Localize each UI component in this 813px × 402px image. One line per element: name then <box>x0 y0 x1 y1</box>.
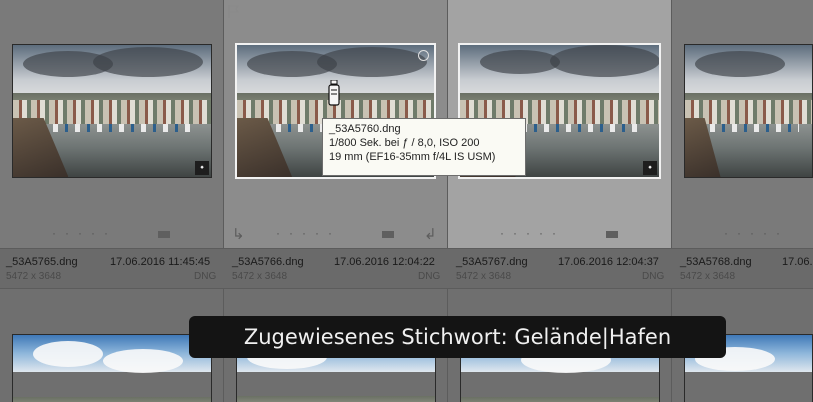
filetype-label: DNG <box>418 271 441 282</box>
painter-spray-can-icon <box>328 80 340 106</box>
dimensions-label: 5472 x 3648 <box>456 271 512 282</box>
color-label-icon[interactable] <box>606 231 618 238</box>
tag-icon[interactable]: ⬩ <box>195 161 209 175</box>
filename-label: _53A5767.dng <box>456 256 528 268</box>
thumbnail-image[interactable]: ⬩ <box>12 44 212 178</box>
filetype-label: DNG <box>642 271 665 282</box>
keyword-assigned-toast: Zugewiesenes Stichwort: Gelände|Hafen <box>189 316 726 358</box>
capture-date-label: 17.06.2016 12:04:22 <box>334 256 435 268</box>
thumbnail-image[interactable] <box>684 44 813 178</box>
photo-info-tooltip: _53A5760.dng 1/800 Sek. bei ƒ / 8,0, ISO… <box>322 118 526 176</box>
filename-label: _53A5766.dng <box>232 256 304 268</box>
color-label-icon[interactable] <box>158 231 170 238</box>
capture-date-label: 17.06.2016 11:45:45 <box>110 256 211 268</box>
dimensions-label: 5472 x 3648 <box>232 271 288 282</box>
tag-icon[interactable]: ⬩ <box>643 161 657 175</box>
rotate-right-icon[interactable]: ↲ <box>424 225 437 243</box>
row-divider <box>0 288 813 289</box>
dimensions-label: 5472 x 3648 <box>6 271 62 282</box>
filename-label: _53A5765.dng <box>6 256 78 268</box>
capture-date-label: 17.06.2016 12:04:37 <box>558 256 659 268</box>
capture-date-label: 17.06. <box>782 256 813 268</box>
thumbnail-image[interactable] <box>12 334 212 402</box>
star-rating-dots[interactable]: ····· <box>276 226 341 240</box>
color-label-icon[interactable] <box>382 231 394 238</box>
rotate-left-icon[interactable]: ↳ <box>232 225 245 243</box>
tooltip-lens: 19 mm (EF16-35mm f/4L IS USM) <box>329 151 496 163</box>
row-divider <box>0 248 813 249</box>
filetype-label: DNG <box>194 271 217 282</box>
tooltip-filename: _53A5760.dng <box>329 123 401 135</box>
quick-collection-circle-icon[interactable] <box>418 50 429 61</box>
flag-icon[interactable] <box>228 5 240 18</box>
metadata-strip <box>0 248 813 288</box>
star-rating-dots[interactable]: ····· <box>500 226 565 240</box>
dimensions-label: 5472 x 3648 <box>680 271 736 282</box>
star-rating-dots[interactable]: ····· <box>52 226 117 240</box>
star-rating-dots[interactable]: ····· <box>724 226 789 240</box>
tooltip-exposure: 1/800 Sek. bei ƒ / 8,0, ISO 200 <box>329 137 480 149</box>
filename-label: _53A5768.dng <box>680 256 752 268</box>
